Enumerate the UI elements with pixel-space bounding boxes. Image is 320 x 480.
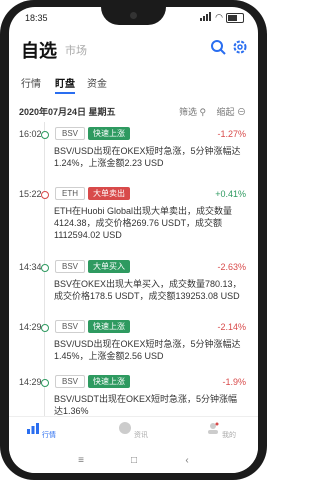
header: 自选 市场	[21, 37, 248, 61]
status-icons: ◠	[200, 12, 244, 23]
timeline-dot	[41, 191, 49, 199]
search-icon[interactable]	[210, 39, 226, 55]
bottom-nav: 行情 资讯 我的	[9, 416, 258, 449]
menu-icon[interactable]: ≡	[75, 455, 87, 467]
entry-time: 15:22	[19, 189, 42, 199]
tab-bar: 行情 盯盘 资金	[21, 75, 258, 94]
signal-badge: 大单买入	[88, 260, 130, 273]
nav-label: 资讯	[133, 432, 148, 439]
filter-icon: ⚲	[199, 107, 207, 117]
entry-time: 14:29	[19, 377, 42, 387]
system-nav: ≡ □ ‹	[9, 449, 258, 473]
collapse-icon: ⊖	[236, 107, 246, 117]
tab-quotes[interactable]: 行情	[21, 75, 41, 90]
news-icon	[119, 422, 132, 434]
change-value: +0.41%	[215, 189, 246, 199]
timeline-dot	[41, 264, 49, 272]
nav-label: 行情	[41, 432, 56, 439]
page-title: 自选	[21, 41, 57, 61]
entry-time: 14:29	[19, 322, 42, 332]
change-value: -1.27%	[217, 129, 246, 139]
coin-tag: BSV	[55, 127, 86, 140]
battery-icon	[226, 12, 244, 23]
nav-quotes[interactable]: 行情	[21, 421, 61, 440]
entry-text: ETH在Huobi Global出现大单卖出，成交数量4124.38，成交价格2…	[54, 206, 233, 240]
camera	[130, 12, 137, 19]
change-value: -2.63%	[217, 262, 246, 272]
entry-text: BSV/USD出现在OKEX短时急涨，5分钟涨幅达1.24%，上涨金额2.23 …	[54, 146, 241, 168]
notch	[101, 7, 166, 25]
tab-funds[interactable]: 资金	[87, 75, 107, 90]
signal-badge: 快速上涨	[88, 375, 130, 388]
user-icon	[208, 422, 219, 434]
date-label: 2020年07月24日 星期五	[19, 107, 116, 117]
home-icon[interactable]: □	[128, 455, 140, 467]
phone-frame: 18:35 ◠ 自选 市场 行情 盯盘 资金 2020年07月24日 星期五 筛…	[0, 0, 267, 480]
timeline-dot	[41, 324, 49, 332]
market-tab[interactable]: 市场	[65, 42, 87, 58]
gear-icon[interactable]	[232, 39, 248, 55]
filter-button[interactable]: 筛选 ⚲	[179, 105, 206, 118]
coin-tag: BSV	[55, 260, 86, 273]
nav-news[interactable]: 资讯	[113, 421, 153, 440]
back-icon[interactable]: ‹	[181, 455, 193, 467]
entry-text: BSV在OKEX出现大单买入，成交数量780.13，成交价格178.5 USDT…	[54, 279, 242, 301]
nav-profile[interactable]: 我的	[201, 421, 241, 440]
change-value: -1.9%	[222, 377, 246, 387]
date-bar: 2020年07月24日 星期五 筛选 ⚲ 缩起 ⊖	[9, 102, 258, 120]
wifi-icon: ◠	[215, 12, 223, 22]
entry-text: BSV/USD出现在OKEX短时急涨，5分钟涨幅达1.45%，上涨金额2.56 …	[54, 339, 241, 361]
timeline-dot	[41, 379, 49, 387]
coin-tag: BSV	[55, 375, 86, 388]
entry-time: 14:34	[19, 262, 42, 272]
signal-badge: 快速上涨	[88, 127, 130, 140]
screen: 18:35 ◠ 自选 市场 行情 盯盘 资金 2020年07月24日 星期五 筛…	[9, 7, 258, 473]
status-time: 18:35	[25, 13, 48, 23]
timeline-dot	[41, 131, 49, 139]
coin-tag: BSV	[55, 320, 86, 333]
entry-time: 16:02	[19, 129, 42, 139]
collapse-button[interactable]: 缩起 ⊖	[216, 105, 246, 118]
chart-icon	[27, 423, 40, 434]
tab-watch[interactable]: 盯盘	[55, 75, 75, 94]
coin-tag: ETH	[55, 187, 85, 200]
nav-label: 我的	[221, 432, 236, 439]
signal-badge: 大单卖出	[88, 187, 130, 200]
entry-text: BSV/USDT出现在OKEX短时急涨，5分钟涨幅达1.36%	[54, 394, 238, 416]
change-value: -2.14%	[217, 322, 246, 332]
signal-icon	[200, 12, 212, 23]
signal-badge: 快速上涨	[88, 320, 130, 333]
